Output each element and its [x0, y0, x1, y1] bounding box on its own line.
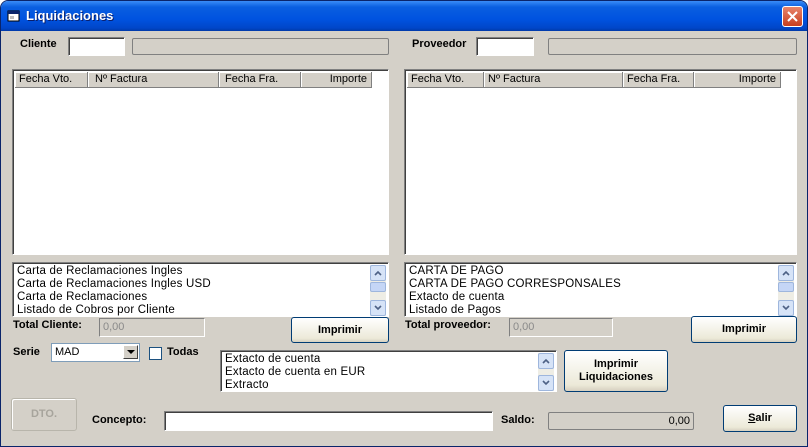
total-cliente-field: 0,00 [99, 318, 205, 337]
scroll-down-button[interactable] [778, 300, 794, 316]
column-header-n-factura[interactable]: Nº Factura [88, 72, 219, 88]
salir-button[interactable]: Salir [723, 405, 797, 432]
total-cliente-label: Total Cliente: [13, 319, 82, 331]
proveedor-label: Proveedor [412, 38, 467, 50]
imprimir-cliente-button[interactable]: Imprimir [291, 317, 389, 343]
dto-button[interactable]: DTO. [11, 398, 77, 431]
window-title: Liquidaciones [26, 8, 114, 23]
list-item[interactable]: Carta de Reclamaciones Ingles USD [17, 278, 211, 291]
total-proveedor-label: Total proveedor: [405, 319, 491, 331]
concepto-input[interactable] [164, 411, 493, 431]
total-proveedor-field: 0,00 [509, 318, 613, 337]
scroll-up-button[interactable] [778, 265, 794, 281]
column-header-n-factura[interactable]: Nº Factura [484, 72, 623, 88]
vertical-scrollbar[interactable] [370, 265, 386, 316]
title-bar[interactable]: Liquidaciones [1, 1, 807, 31]
scroll-down-button[interactable] [538, 375, 554, 391]
list-item[interactable]: Extacto de cuenta [409, 291, 621, 304]
serie-dropdown-button[interactable] [123, 345, 138, 359]
serie-select[interactable]: MAD [51, 343, 140, 362]
chevron-down-icon [542, 380, 550, 386]
list-item[interactable]: Carta de Reclamaciones [17, 291, 211, 304]
serie-label: Serie [13, 346, 40, 358]
todas-label: Todas [167, 346, 199, 358]
cliente-invoices-list[interactable]: Fecha Vto. Nº Factura Fecha Fra. Importe [12, 69, 389, 255]
cliente-name-field [132, 38, 389, 55]
list-item[interactable]: Extacto de cuenta [225, 353, 365, 366]
list-item[interactable]: Listado de Pagos [409, 304, 621, 316]
column-header-fecha-vto[interactable]: Fecha Vto. [15, 72, 88, 88]
imprimir-proveedor-button[interactable]: Imprimir [691, 316, 797, 343]
proveedor-code-input[interactable] [476, 37, 534, 56]
chevron-down-icon [127, 350, 135, 354]
imprimir-liquidaciones-button[interactable]: Imprimir Liquidaciones [564, 350, 668, 392]
proveedor-name-field [548, 38, 797, 55]
app-icon [7, 10, 20, 22]
chevron-up-icon [542, 358, 550, 364]
close-button[interactable] [782, 6, 803, 27]
cliente-code-input[interactable] [68, 37, 125, 56]
column-header-importe[interactable]: Importe [301, 72, 372, 88]
close-icon [787, 11, 798, 22]
column-header-importe[interactable]: Importe [694, 72, 781, 88]
list-item[interactable]: CARTA DE PAGO CORRESPONSALES [409, 278, 621, 291]
list-item[interactable]: Listado de Cobros por Cliente [17, 304, 211, 316]
concepto-label: Concepto: [92, 414, 147, 426]
cliente-list-header: Fecha Vto. Nº Factura Fecha Fra. Importe [15, 72, 372, 88]
list-item[interactable]: CARTA DE PAGO [409, 265, 621, 278]
chevron-up-icon [374, 270, 382, 276]
scroll-down-button[interactable] [370, 300, 386, 316]
column-header-fecha-fra[interactable]: Fecha Fra. [623, 72, 694, 88]
liquidaciones-reports-listbox[interactable]: Extacto de cuenta Extacto de cuenta en E… [220, 350, 557, 392]
column-header-fecha-vto[interactable]: Fecha Vto. [407, 72, 484, 88]
scroll-thumb[interactable] [778, 282, 794, 292]
vertical-scrollbar[interactable] [778, 265, 794, 316]
proveedor-list-header: Fecha Vto. Nº Factura Fecha Fra. Importe [407, 72, 781, 88]
cliente-label: Cliente [20, 38, 57, 50]
scroll-up-button[interactable] [538, 353, 554, 369]
serie-value: MAD [55, 346, 80, 358]
scroll-thumb[interactable] [370, 282, 386, 292]
liquidaciones-window: Liquidaciones Cliente Proveedor Fecha Vt… [0, 0, 808, 447]
chevron-up-icon [782, 270, 790, 276]
list-item[interactable]: Extacto de cuenta en EUR [225, 366, 365, 379]
list-item[interactable]: Carta de Reclamaciones Ingles [17, 265, 211, 278]
vertical-scrollbar[interactable] [538, 353, 554, 391]
proveedor-invoices-list[interactable]: Fecha Vto. Nº Factura Fecha Fra. Importe [404, 69, 797, 255]
chevron-down-icon [782, 305, 790, 311]
chevron-down-icon [374, 305, 382, 311]
cliente-reports-listbox[interactable]: Carta de Reclamaciones Ingles Carta de R… [12, 262, 389, 317]
saldo-label: Saldo: [501, 414, 535, 426]
saldo-field: 0,00 [548, 412, 694, 430]
scroll-up-button[interactable] [370, 265, 386, 281]
proveedor-reports-listbox[interactable]: CARTA DE PAGO CARTA DE PAGO CORRESPONSAL… [404, 262, 797, 317]
column-header-fecha-fra[interactable]: Fecha Fra. [219, 72, 301, 88]
list-item[interactable]: Extracto [225, 379, 365, 391]
todas-checkbox[interactable] [149, 347, 162, 360]
